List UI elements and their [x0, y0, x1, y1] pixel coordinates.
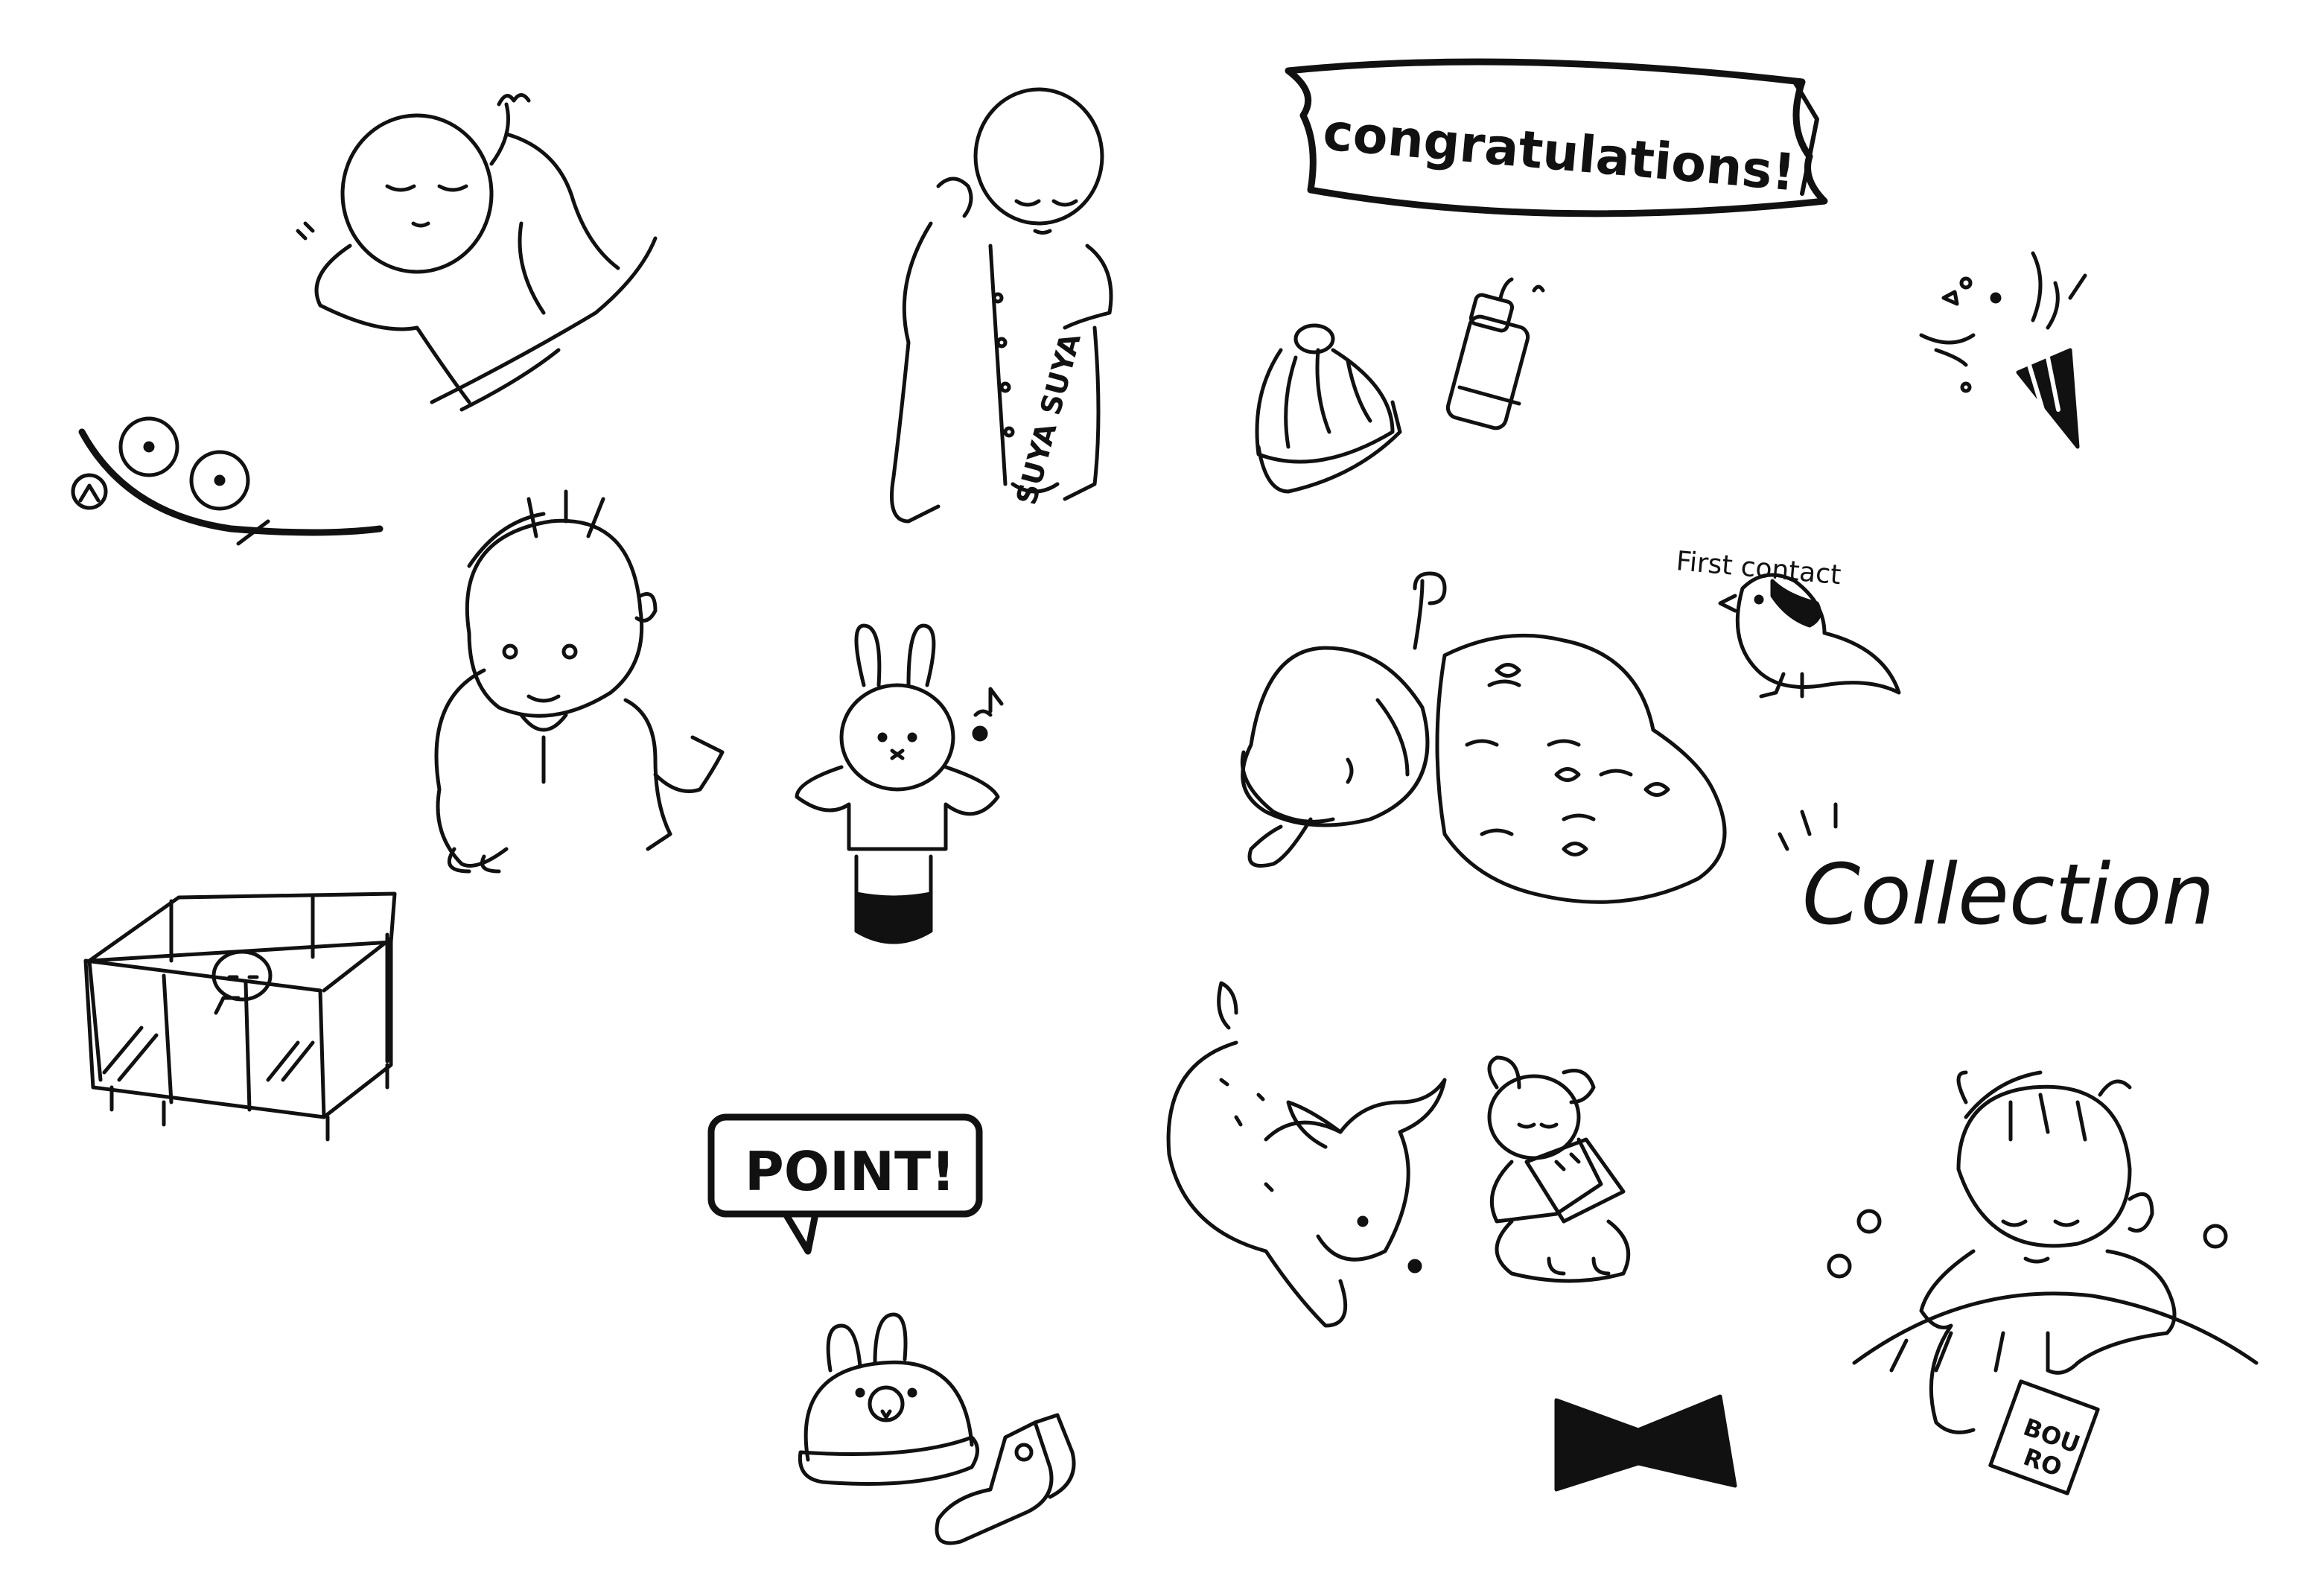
illustration-sheet: congratulations! SUYA SUYA First contact…: [0, 0, 2304, 1596]
point-text: POINT!: [745, 1140, 955, 1203]
collection-text: Collection: [1802, 847, 2215, 944]
